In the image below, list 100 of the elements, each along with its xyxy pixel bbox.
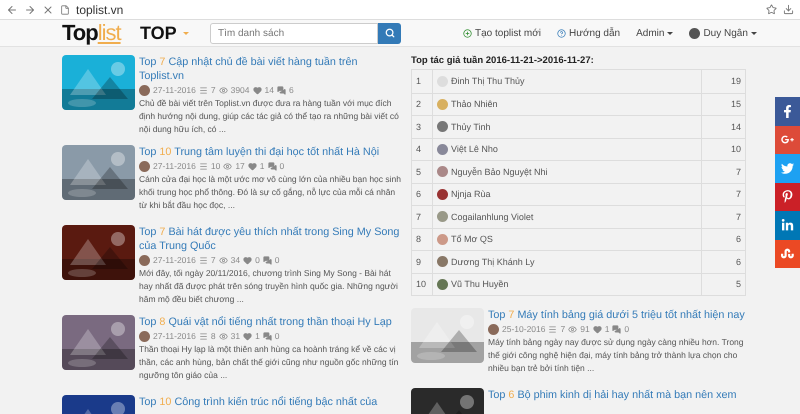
post-excerpt: Chủ đề bài viết trên Toplist.vn được đưa ra hàng tuần với mục đích định hướng nội dung, giúp các tác giả có thể tạo ra những bài viết có nội dung hữu ích, có ... (139, 97, 400, 136)
top-menu[interactable]: TOP (140, 22, 210, 44)
admin-menu[interactable]: Admin (636, 28, 674, 38)
post-title[interactable]: Top 6 Bộ phim kinh dị hải hay nhất mà bạn nên xem (488, 388, 737, 402)
twitter-share-button[interactable] (775, 154, 800, 182)
score-cell: 5 (701, 274, 745, 295)
author-name[interactable]: Việt Lê Nho (451, 144, 498, 154)
rank-cell-text: 2 (415, 98, 422, 112)
help-icon (557, 28, 566, 38)
score-cell: 6 (701, 251, 745, 272)
rank-cell-text: 8 (415, 233, 422, 246)
googleplus-share-button[interactable] (775, 126, 800, 154)
pinterest-share-button[interactable] (775, 182, 800, 211)
authors-heading: Top tác giả tuần 2016-11-21->2016-11-27: (411, 55, 595, 66)
list-icon (198, 86, 208, 94)
post-title[interactable]: Top 7 Cập nhật chủ đề bài viết hàng tuần trên Toplist.vn (139, 55, 405, 83)
post-title[interactable]: Top 8 Quái vật nổi tiếng nhất trong thần thoại Hy Lạp (139, 315, 405, 329)
rank-cell-text: 6 (415, 188, 422, 202)
author-name[interactable]: Njnja Rùa (451, 189, 491, 200)
avatar-icon (437, 211, 448, 222)
author-name[interactable]: Tổ Mơ QS (451, 234, 493, 244)
item-count: 10 (210, 161, 220, 171)
comment-icon (612, 324, 622, 334)
eye-icon (223, 162, 232, 170)
linkedin-share-button[interactable] (775, 211, 800, 240)
avatar-icon (139, 160, 150, 172)
item-count: 7 (210, 255, 216, 265)
like-count: 0 (255, 255, 260, 265)
post-excerpt: Máy tính bảng ngày nay được sử dụng ngày càng nhiều hơn. Trong thế giới công nghệ hiện đại, máy tính bảng trở thành lựa chọn cho nhiều bạn trẻ bởi tính tiện ... (488, 336, 744, 375)
download-icon[interactable] (783, 4, 794, 15)
author-name[interactable]: Đinh Thị Thu Thủy (451, 76, 525, 86)
guide-link[interactable]: Hướng dẫn (569, 28, 620, 38)
author-name[interactable]: Dương Thị Khánh Ly (451, 256, 534, 267)
view-count: 3904 (230, 85, 250, 95)
post-date: 27-11-2016 (153, 331, 196, 341)
like-count: 1 (604, 324, 610, 334)
stumbleupon-icon (781, 247, 794, 260)
post-date: 25-10-2016 (502, 324, 546, 334)
post-title[interactable]: Top 10 Công trình kiến trúc nổi tiếng bậc nhất của (139, 395, 378, 409)
score-cell: 6 (701, 228, 745, 250)
avatar-icon (437, 98, 448, 110)
search-field[interactable]: Tìm danh sách (210, 22, 378, 44)
comment-count: 0 (624, 324, 630, 334)
like-count: 14 (264, 85, 274, 95)
search-button[interactable] (378, 22, 401, 44)
author-name[interactable]: Nguyễn Bảo Nguyệt Nhi (451, 166, 548, 177)
post-date: 27-11-2016 (153, 85, 196, 95)
forward-icon[interactable] (24, 4, 36, 16)
avatar-icon (139, 254, 150, 266)
facebook-share-button[interactable] (775, 97, 800, 126)
back-icon[interactable] (6, 4, 18, 16)
twitter-icon (781, 162, 794, 175)
rank-cell-text: 3 (415, 120, 422, 134)
post-title[interactable]: Top 10 Trung tâm luyện thi đại học tốt nhất Hà Nội (139, 145, 405, 159)
comment-icon (268, 162, 277, 170)
avatar-icon (689, 28, 700, 38)
item-count: 8 (210, 331, 216, 341)
plus-icon (463, 28, 472, 38)
heart-icon (248, 162, 257, 170)
avatar-icon (437, 256, 448, 268)
rank-cell-text: 5 (415, 166, 422, 179)
score-cell: 7 (701, 206, 745, 228)
stumbleupon-share-button[interactable] (775, 240, 800, 268)
googleplus-icon (781, 133, 794, 146)
comment-count: 6 (288, 85, 294, 95)
author-name[interactable]: Cogailanhlung Violet (451, 212, 534, 222)
linkedin-icon (781, 218, 794, 232)
eye-icon (218, 256, 228, 264)
avatar-icon (437, 121, 448, 132)
post-title[interactable]: Top 7 Bài hát được yêu thích nhất trong Sing My Song của Trung Quốc (139, 225, 405, 253)
score-cell: 7 (701, 184, 745, 205)
rank-cell-text: 9 (415, 256, 422, 269)
avatar-icon (437, 234, 448, 245)
stop-icon[interactable] (42, 4, 54, 16)
like-count: 1 (255, 331, 260, 341)
post-title[interactable]: Top 7 Máy tính bảng giá dưới 5 triệu tốt nhất hiện nay (488, 308, 746, 322)
comment-icon (276, 86, 286, 94)
author-name[interactable]: Thủy Tinh (451, 122, 491, 132)
comment-count: 0 (280, 161, 284, 171)
post-date: 27-11-2016 (153, 255, 196, 265)
avatar-icon (437, 188, 448, 200)
rank-cell-text: 7 (415, 210, 422, 224)
pinterest-icon (781, 190, 794, 204)
avatar-icon (139, 330, 150, 342)
star-icon[interactable] (766, 4, 777, 15)
author-name[interactable]: Vũ Thu Huyền (451, 279, 508, 290)
view-count: 17 (235, 161, 245, 171)
post-excerpt: Cánh cửa đại học là một ước mơ vô cùng lớn của nhiều bạn học sinh khối trung học phổ thông. Đó là sự cố gắng, nỗ lực của mỗi cá nhân từ khi bắt đầu học đọc, ... (139, 173, 402, 212)
view-count: 91 (580, 324, 590, 334)
create-link[interactable]: Tạo toplist mới (475, 28, 542, 38)
author-name[interactable]: Thảo Nhiên (451, 99, 498, 110)
page-icon (60, 4, 70, 14)
comment-icon (262, 332, 272, 340)
heart-icon (243, 332, 252, 340)
user-menu[interactable]: Duy Ngân (703, 28, 757, 38)
avatar-icon (437, 278, 448, 290)
avatar-icon (437, 166, 448, 178)
score-cell: 15 (701, 94, 745, 115)
site-logo[interactable]: Toplist (62, 20, 140, 46)
eye-icon (568, 324, 578, 334)
